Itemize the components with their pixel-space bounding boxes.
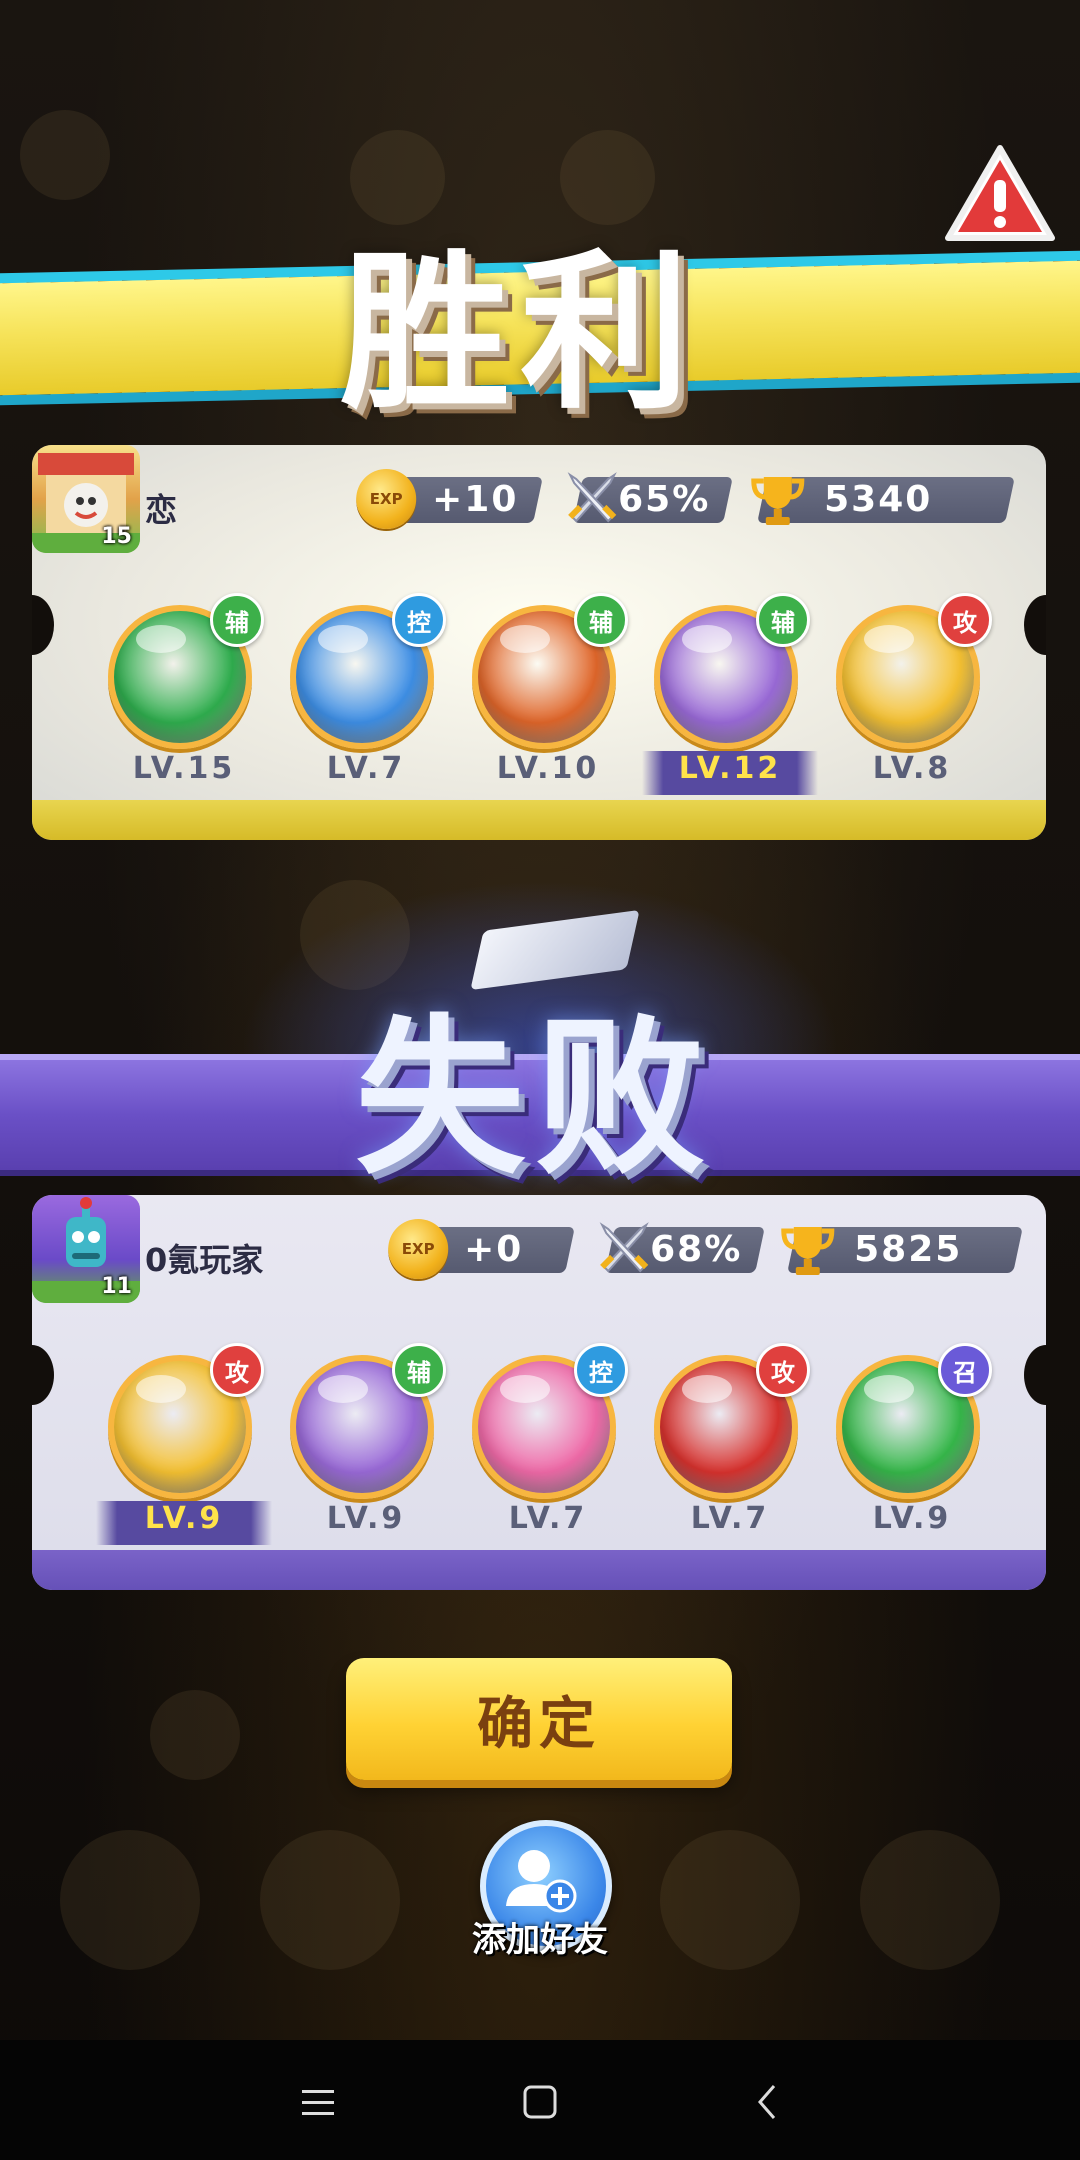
panel-notch: [1024, 1345, 1046, 1405]
bg-orb: [660, 1830, 800, 1970]
unit-level: LV.7: [508, 1501, 588, 1536]
orb-shine: [318, 1375, 368, 1403]
orb-shine: [682, 1375, 732, 1403]
panel-notch: [32, 1345, 54, 1405]
crossed-swords-icon: [567, 472, 617, 523]
win-rate-value: 68%: [650, 1229, 743, 1270]
orb-shine: [136, 1375, 186, 1403]
role-badge: 召: [938, 1343, 992, 1397]
exp-stat: EXP +0: [388, 1219, 575, 1279]
unit-level: LV.10: [496, 751, 600, 786]
orb-shine: [136, 625, 186, 653]
panel-notch: [1024, 595, 1046, 655]
panel-notch: [32, 595, 54, 655]
win-rate-stat: 65%: [567, 472, 733, 523]
avatar-level: 15: [101, 524, 132, 549]
orb-shine: [864, 1375, 914, 1403]
avatar-level: 11: [101, 1274, 132, 1299]
exp-value: +10: [432, 479, 519, 520]
bg-orb: [60, 1830, 200, 1970]
win-rate-stat: 68%: [599, 1222, 765, 1273]
home-icon[interactable]: [510, 2072, 570, 2132]
victory-title: 胜利: [340, 235, 701, 433]
role-badge: 攻: [938, 593, 992, 647]
winner-result-panel: 15 恋 EXP +10 65% 5340 辅 LV.15 控 LV.7 辅 L…: [32, 445, 1046, 840]
orb-shine: [318, 625, 368, 653]
trophy-icon: [751, 477, 805, 525]
trophy-stat: 5825: [781, 1227, 1023, 1275]
loser-avatar[interactable]: 11: [32, 1195, 140, 1303]
role-badge: 攻: [210, 1343, 264, 1397]
winner-name: 恋: [145, 491, 178, 529]
menu-icon[interactable]: [288, 2072, 348, 2132]
orb-shine: [682, 625, 732, 653]
loser-result-panel: 11 0氪玩家 EXP +0 68% 5825 攻 LV.9 辅 LV.9 控 …: [32, 1195, 1046, 1590]
exp-coin-icon: EXP: [356, 469, 417, 529]
unit-level: LV.9: [872, 1501, 952, 1536]
trophy-value: 5825: [854, 1229, 963, 1270]
bg-sp-icon: [150, 1690, 240, 1780]
warning-triangle-icon[interactable]: [944, 142, 1056, 244]
unit-level: LV.7: [326, 751, 406, 786]
trophy-value: 5340: [824, 479, 933, 520]
confirm-button[interactable]: 确定: [346, 1658, 732, 1780]
bg-orb: [260, 1830, 400, 1970]
role-badge: 攻: [756, 1343, 810, 1397]
role-badge: 辅: [756, 593, 810, 647]
unit-level: LV.7: [690, 1501, 770, 1536]
role-badge: 辅: [392, 1343, 446, 1397]
role-badge: 控: [574, 1343, 628, 1397]
unit-level: LV.8: [872, 751, 952, 786]
role-badge: 辅: [210, 593, 264, 647]
exp-coin-icon: EXP: [388, 1219, 449, 1279]
unit-level: LV.15: [132, 751, 236, 786]
bg-orb: [860, 1830, 1000, 1970]
unit-level: LV.12: [642, 751, 818, 795]
panel-footer-stripe: [32, 1550, 1046, 1590]
exp-stat: EXP +10: [356, 469, 543, 529]
trophy-icon: [781, 1227, 835, 1275]
winner-avatar[interactable]: 15: [32, 445, 140, 553]
orb-shine: [864, 625, 914, 653]
unit-level: LV.9: [326, 1501, 406, 1536]
panel-footer-stripe: [32, 800, 1046, 840]
crossed-swords-icon: [599, 1222, 649, 1273]
defeat-title: 失败: [355, 1000, 716, 1198]
trophy-stat: 5340: [751, 477, 1015, 525]
unit-level: LV.9: [96, 1501, 272, 1545]
role-badge: 控: [392, 593, 446, 647]
orb-shine: [500, 625, 550, 653]
role-badge: 辅: [574, 593, 628, 647]
exp-value: +0: [464, 1229, 524, 1270]
loser-name: 0氪玩家: [145, 1241, 264, 1279]
bg-tv-icon: [20, 110, 110, 200]
orb-shine: [500, 1375, 550, 1403]
back-icon[interactable]: [738, 2072, 798, 2132]
add-friend-label[interactable]: 添加好友: [440, 1912, 640, 1961]
win-rate-value: 65%: [618, 479, 711, 520]
